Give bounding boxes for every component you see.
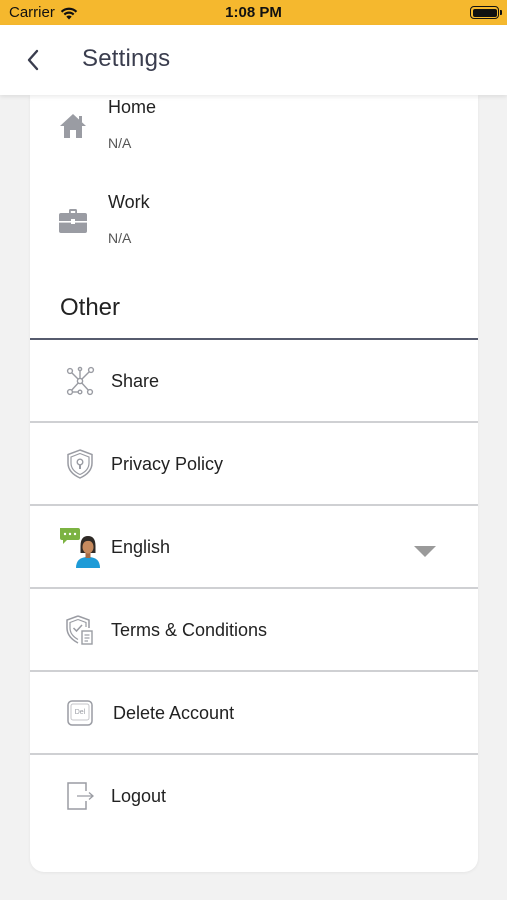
menu-item-language[interactable]: English [30,506,478,589]
address-item-home[interactable]: Home N/A [30,95,478,175]
menu-item-delete-account[interactable]: Del Delete Account [30,672,478,755]
menu-item-terms-conditions[interactable]: Terms & Conditions [30,589,478,672]
share-network-icon [66,366,95,396]
page-title: Settings [82,45,171,72]
home-icon [60,114,86,138]
navigation-bar: Settings [0,25,507,95]
menu-item-share[interactable]: Share [30,340,478,423]
address-value-work: N/A [108,230,132,246]
address-value-home: N/A [108,135,132,151]
menu-label-language: English [111,537,171,557]
menu-label-delete-account: Delete Account [113,703,235,723]
svg-text:Del: Del [75,709,86,716]
menu-label-logout: Logout [111,786,167,806]
address-label-home: Home [108,97,157,117]
section-title-other: Other [60,294,121,321]
menu-item-privacy-policy[interactable]: Privacy Policy [30,423,478,506]
back-button[interactable] [18,45,48,75]
battery-icon [470,6,502,19]
shield-lock-icon [67,449,93,479]
logout-icon [67,782,94,810]
delete-key-icon: Del [67,700,93,726]
chevron-left-icon [27,49,39,71]
caret-down-icon[interactable] [414,546,436,557]
menu-item-logout[interactable]: Logout [30,755,478,838]
settings-card: Home N/A Work N/A Other Share Privacy Po… [30,95,478,872]
menu-label-terms-conditions: Terms & Conditions [111,620,268,640]
address-item-work[interactable]: Work N/A [30,190,478,270]
status-time: 1:08 PM [225,4,282,21]
menu-label-share: Share [111,371,160,391]
address-label-work: Work [108,192,150,212]
shield-document-icon [66,615,93,645]
language-chat-person-icon [60,528,100,568]
briefcase-icon [59,209,87,233]
menu-label-privacy-policy: Privacy Policy [111,454,224,474]
status-bar: Carrier 1:08 PM [0,0,507,25]
